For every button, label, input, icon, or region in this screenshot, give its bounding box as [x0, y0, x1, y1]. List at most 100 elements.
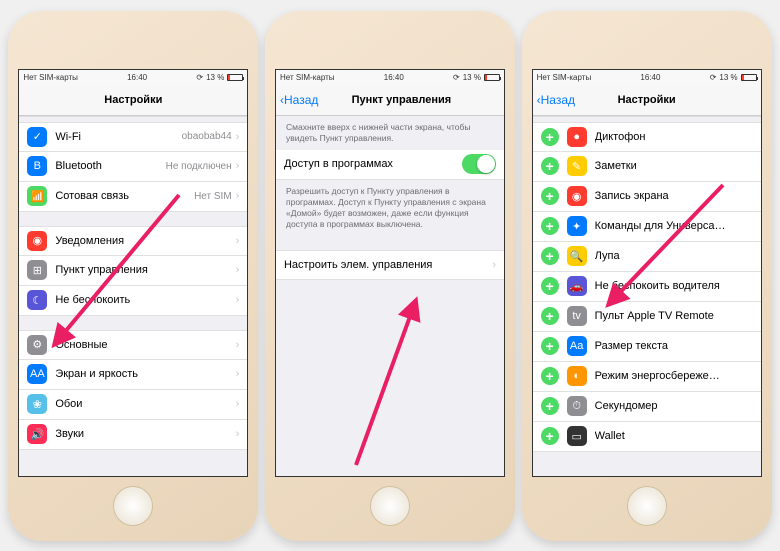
access-in-apps-row[interactable]: Доступ в программах [276, 150, 504, 180]
add-icon[interactable]: + [541, 157, 559, 175]
row-label: Секундомер [595, 400, 753, 412]
chevron-icon: › [492, 259, 496, 271]
settings-row[interactable]: BBluetoothНе подключен› [19, 152, 247, 182]
back-button[interactable]: ‹ Назад [276, 93, 318, 107]
app-icon: ☾ [27, 290, 47, 310]
page-title: Настройки [618, 94, 676, 106]
battery-pct: 13 % [206, 73, 224, 82]
row-label: Доступ в программах [284, 158, 462, 170]
app-icon: 🚗 [567, 276, 587, 296]
settings-row[interactable]: +◐Режим энергосбереже… [533, 362, 761, 392]
settings-row[interactable]: + 🚗 Не беспокоить водителя [533, 272, 761, 302]
add-icon[interactable]: + [541, 187, 559, 205]
row-label: Пульт Apple TV Remote [595, 310, 753, 322]
settings-row[interactable]: + 🔍 Лупа [533, 242, 761, 272]
navbar: ‹ Назад Настройки [533, 86, 761, 116]
app-icon: ✦ [567, 216, 587, 236]
row-label: Звуки [55, 428, 231, 440]
settings-row[interactable]: 🔊 Звуки › [19, 420, 247, 450]
back-button[interactable]: ‹ Назад [533, 93, 575, 107]
app-icon: ▭ [567, 426, 587, 446]
chevron-icon: › [236, 235, 240, 247]
add-icon[interactable]: + [541, 367, 559, 385]
app-icon: ⚙ [27, 335, 47, 355]
app-icon: ✓ [27, 127, 47, 147]
settings-row[interactable]: + ⏱ Секундомер [533, 392, 761, 422]
row-label: Не беспокоить [55, 294, 231, 306]
add-icon[interactable]: + [541, 247, 559, 265]
chevron-icon: › [236, 131, 240, 143]
app-icon: ❀ [27, 394, 47, 414]
status-bar: Нет SIM-карты 16:40 ⟳13 % [19, 70, 247, 86]
settings-row[interactable]: +✦Команды для Универса… [533, 212, 761, 242]
add-icon[interactable]: + [541, 217, 559, 235]
add-icon[interactable]: + [541, 307, 559, 325]
settings-row[interactable]: + ✎ Заметки [533, 152, 761, 182]
customize-controls-row[interactable]: Настроить элем. управления › [276, 250, 504, 280]
clock: 16:40 [127, 73, 147, 82]
add-icon[interactable]: + [541, 337, 559, 355]
chevron-icon: › [236, 160, 240, 172]
app-icon: ⏱ [567, 396, 587, 416]
row-label: Экран и яркость [55, 368, 231, 380]
app-icon: ⊞ [27, 260, 47, 280]
app-icon: 🔊 [27, 424, 47, 444]
settings-row[interactable]: ☾ Не беспокоить › [19, 286, 247, 316]
add-icon[interactable]: + [541, 128, 559, 146]
add-icon[interactable]: + [541, 427, 559, 445]
chevron-icon: › [236, 368, 240, 380]
settings-row[interactable]: +AaРазмер текста [533, 332, 761, 362]
chevron-icon: › [236, 294, 240, 306]
settings-row[interactable]: 📶Сотовая связьНет SIM› [19, 182, 247, 212]
app-icon: ◉ [27, 231, 47, 251]
phone-3: Нет SIM-карты 16:40 ⟳13 % ‹ Назад Настро… [522, 11, 772, 541]
settings-row[interactable]: +●Диктофон [533, 122, 761, 152]
app-icon: AA [27, 364, 47, 384]
app-icon: ● [567, 127, 587, 147]
toggle-hint: Разрешить доступ к Пункту управления в п… [276, 180, 504, 236]
row-value: obaobab44 [182, 131, 232, 142]
chevron-icon: › [236, 339, 240, 351]
settings-row[interactable]: ✓ Wi-Fiobaobab44 › [19, 122, 247, 152]
row-label: Настроить элем. управления [284, 259, 488, 271]
app-icon: B [27, 156, 47, 176]
navbar: ‹ Назад Пункт управления [276, 86, 504, 116]
row-label: Сотовая связь [55, 190, 194, 202]
settings-row[interactable]: +tvПульт Apple TV Remote [533, 302, 761, 332]
row-label: Основные [55, 339, 231, 351]
row-label: Wallet [595, 430, 753, 442]
row-label: Заметки [595, 160, 753, 172]
page-title: Настройки [104, 94, 162, 106]
row-label: Не беспокоить водителя [595, 280, 753, 292]
hint-text: Смахните вверх с нижней части экрана, чт… [276, 116, 504, 150]
carrier: Нет SIM-карты [23, 73, 78, 82]
settings-row[interactable]: ⊞Пункт управления› [19, 256, 247, 286]
settings-row[interactable]: AA Экран и яркость › [19, 360, 247, 390]
app-icon: 🔍 [567, 246, 587, 266]
settings-row[interactable]: +◉Запись экрана [533, 182, 761, 212]
toggle-switch[interactable] [462, 154, 496, 174]
add-icon[interactable]: + [541, 397, 559, 415]
status-bar: Нет SIM-карты 16:40 ⟳13 % [533, 70, 761, 86]
chevron-icon: › [236, 190, 240, 202]
chevron-icon: › [236, 428, 240, 440]
phone-1: Нет SIM-карты 16:40 ⟳13 % Настройки ✓ Wi-… [8, 11, 258, 541]
add-icon[interactable]: + [541, 277, 559, 295]
phone-2: Нет SIM-карты 16:40 ⟳13 % ‹ Назад Пункт … [265, 11, 515, 541]
settings-row[interactable]: + ▭ Wallet [533, 422, 761, 452]
row-label: Bluetooth [55, 160, 165, 172]
app-icon: ✎ [567, 156, 587, 176]
row-label: Wi-Fi [55, 131, 181, 143]
status-bar: Нет SIM-карты 16:40 ⟳13 % [276, 70, 504, 86]
settings-row[interactable]: ❀ Обои › [19, 390, 247, 420]
row-label: Обои [55, 398, 231, 410]
app-icon: 📶 [27, 186, 47, 206]
row-label: Режим энергосбереже… [595, 370, 753, 382]
row-label: Размер текста [595, 340, 753, 352]
row-label: Лупа [595, 250, 753, 262]
chevron-icon: › [236, 398, 240, 410]
row-label: Уведомления [55, 235, 231, 247]
settings-row[interactable]: ⚙ Основные › [19, 330, 247, 360]
navbar: Настройки [19, 86, 247, 116]
settings-row[interactable]: ◉ Уведомления › [19, 226, 247, 256]
